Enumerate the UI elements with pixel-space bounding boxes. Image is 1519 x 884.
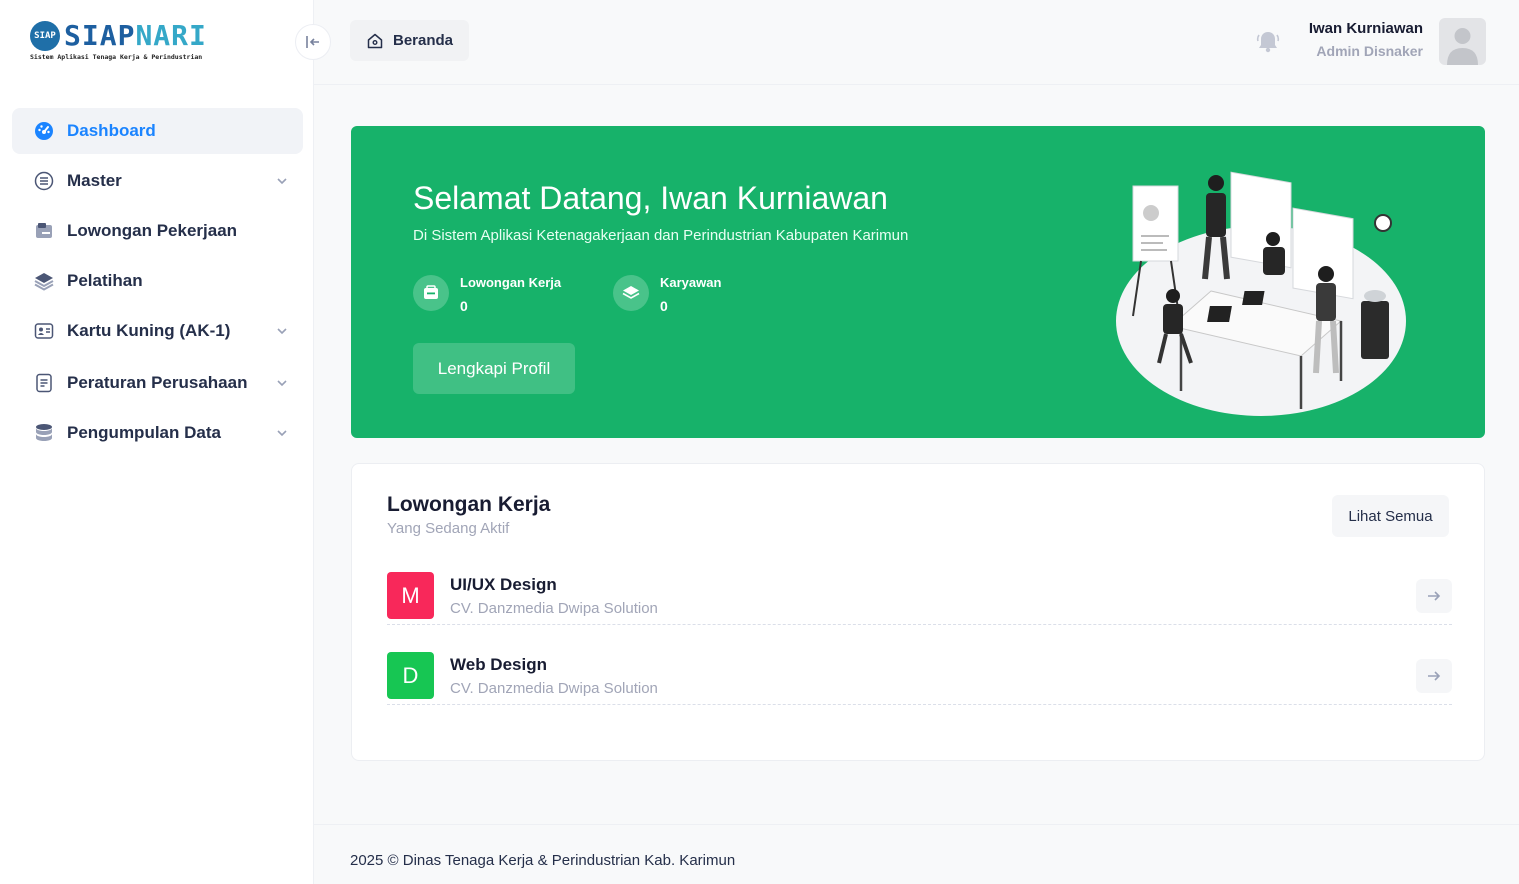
- job-avatar: D: [387, 652, 434, 699]
- list-icon: [34, 171, 54, 191]
- job-title[interactable]: UI/UX Design: [450, 575, 557, 595]
- stat-lowongan-kerja: Lowongan Kerja 0: [413, 275, 561, 314]
- stat-label: Lowongan Kerja: [460, 275, 562, 290]
- stat-karyawan: Karyawan 0: [613, 275, 721, 314]
- top-header: Beranda Iwan Kurniawan Admin Disnaker: [314, 0, 1519, 85]
- chevron-down-icon: [277, 178, 287, 185]
- briefcase-icon: [413, 275, 449, 311]
- job-title[interactable]: Web Design: [450, 655, 547, 675]
- breadcrumb[interactable]: Beranda: [350, 20, 470, 61]
- sidebar-item-label: Lowongan Pekerjaan: [67, 221, 238, 240]
- sidebar-item-label: Pelatihan: [67, 271, 143, 290]
- job-list-item[interactable]: D Web Design CV. Danzmedia Dwipa Solutio…: [387, 625, 1452, 705]
- open-job-button[interactable]: [1416, 659, 1452, 693]
- user-name: Iwan Kurniawan: [1308, 20, 1423, 37]
- job-company: CV. Danzmedia Dwipa Solution: [450, 680, 658, 697]
- welcome-title: Selamat Datang, Iwan Kurniawan: [413, 180, 888, 216]
- logo-tagline: Sistem Aplikasi Tenaga Kerja & Perindust…: [30, 53, 203, 61]
- complete-profile-button[interactable]: Lengkapi Profil: [413, 343, 575, 394]
- sidebar-item-pengumpulan-data[interactable]: Pengumpulan Data: [12, 410, 303, 456]
- arrow-right-icon: [1428, 591, 1441, 601]
- arrow-right-icon: [1428, 671, 1441, 681]
- sidebar-item-dashboard[interactable]: Dashboard: [12, 108, 303, 154]
- sidebar-collapse-button[interactable]: [295, 24, 331, 60]
- sidebar-menu: Dashboard Master Lowongan Pekerjaan Pela…: [12, 108, 303, 460]
- stat-value: 0: [460, 298, 468, 314]
- dashboard-icon: [34, 121, 54, 141]
- document-icon: [34, 373, 54, 393]
- active-jobs-card: Lowongan Kerja Yang Sedang Aktif Lihat S…: [351, 463, 1485, 761]
- open-job-button[interactable]: [1416, 579, 1452, 613]
- job-avatar: M: [387, 572, 434, 619]
- home-icon: [367, 33, 383, 48]
- welcome-subtitle: Di Sistem Aplikasi Ketenagakerjaan dan P…: [413, 227, 909, 244]
- user-role: Admin Disnaker: [1316, 43, 1423, 59]
- sidebar-item-lowongan-pekerjaan[interactable]: Lowongan Pekerjaan: [12, 208, 303, 254]
- sidebar: SIAP SIAPNARI Sistem Aplikasi Tenaga Ker…: [0, 0, 314, 884]
- chevron-down-icon: [277, 430, 287, 437]
- footer: 2025 © Dinas Tenaga Kerja & Perindustria…: [314, 824, 1519, 884]
- sidebar-item-label: Peraturan Perusahaan: [67, 373, 248, 392]
- sidebar-item-label: Pengumpulan Data: [67, 423, 221, 442]
- sidebar-item-label: Kartu Kuning (AK-1): [67, 321, 231, 340]
- sidebar-item-master[interactable]: Master: [12, 158, 303, 204]
- avatar[interactable]: [1439, 18, 1486, 65]
- job-company: CV. Danzmedia Dwipa Solution: [450, 600, 658, 617]
- chevron-down-icon: [277, 380, 287, 387]
- office-team-illustration: [1116, 171, 1406, 416]
- job-list-item[interactable]: M UI/UX Design CV. Danzmedia Dwipa Solut…: [387, 545, 1452, 625]
- breadcrumb-label: Beranda: [393, 32, 454, 49]
- sidebar-item-label: Master: [67, 171, 122, 190]
- welcome-banner: Selamat Datang, Iwan Kurniawan Di Sistem…: [351, 126, 1485, 438]
- see-all-button[interactable]: Lihat Semua: [1332, 495, 1449, 537]
- layers-icon: [613, 275, 649, 311]
- chevron-down-icon: [277, 328, 287, 335]
- id-card-icon: [34, 321, 54, 341]
- footer-copyright: 2025 © Dinas Tenaga Kerja & Perindustria…: [350, 852, 736, 869]
- database-icon: [34, 423, 54, 443]
- card-subtitle: Yang Sedang Aktif: [387, 520, 510, 537]
- stat-value: 0: [660, 298, 668, 314]
- briefcase-icon: [34, 221, 54, 241]
- logo-badge: SIAP: [30, 21, 60, 51]
- sidebar-item-pelatihan[interactable]: Pelatihan: [12, 258, 303, 304]
- sidebar-item-label: Dashboard: [67, 121, 156, 140]
- layers-icon: [34, 271, 54, 291]
- collapse-arrow-icon: [306, 36, 319, 48]
- logo-text: SIAPNARI: [64, 19, 207, 52]
- notification-bell-icon[interactable]: [1254, 27, 1282, 55]
- app-logo[interactable]: SIAP SIAPNARI Sistem Aplikasi Tenaga Ker…: [30, 20, 207, 61]
- sidebar-item-kartu-kuning[interactable]: Kartu Kuning (AK-1): [12, 308, 303, 354]
- card-title: Lowongan Kerja: [387, 493, 551, 516]
- sidebar-item-peraturan-perusahaan[interactable]: Peraturan Perusahaan: [12, 360, 303, 406]
- stat-label: Karyawan: [660, 275, 722, 290]
